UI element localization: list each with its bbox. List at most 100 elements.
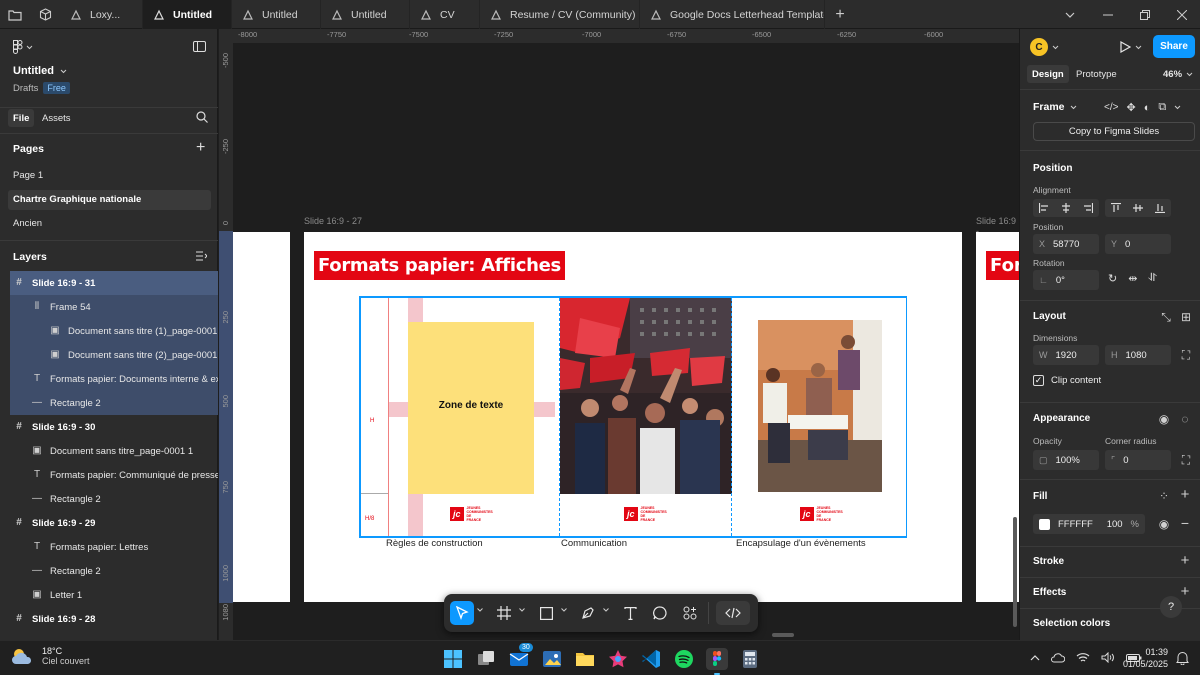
layer-rectangle-2[interactable]: — Rectangle 2 [10, 487, 218, 511]
add-effect-icon[interactable]: + [1178, 584, 1192, 599]
add-fill-icon[interactable]: + [1178, 487, 1192, 502]
tab-assets[interactable]: Assets [42, 112, 71, 124]
text-tool-button[interactable] [618, 601, 642, 625]
figma-home-button[interactable] [0, 0, 30, 29]
start-button[interactable] [442, 648, 464, 670]
shape-tool-button[interactable] [534, 601, 558, 625]
add-stroke-icon[interactable]: + [1178, 553, 1192, 568]
volume-icon[interactable] [1101, 652, 1115, 663]
eye-icon[interactable]: ◉ [1157, 517, 1171, 531]
align-top-icon[interactable] [1111, 203, 1121, 213]
y-position-input[interactable]: Y 0 [1105, 234, 1171, 254]
tab-prototype[interactable]: Prototype [1076, 69, 1117, 80]
align-center-h-icon[interactable] [1061, 203, 1071, 213]
styles-icon[interactable]: ⧉ [1158, 101, 1166, 114]
share-button[interactable]: Share [1153, 35, 1195, 58]
user-menu[interactable]: C [1030, 38, 1059, 56]
comment-tool-button[interactable] [648, 601, 672, 625]
page-item[interactable]: Ancien [13, 218, 42, 229]
layer-slide-29[interactable]: # Slide 16:9 - 29 [10, 511, 218, 535]
layer-text-lettres[interactable]: T Formats papier: Lettres [10, 535, 218, 559]
collapse-layers-button[interactable] [196, 251, 207, 261]
zoom-dropdown[interactable]: 46% [1163, 69, 1193, 80]
figma-taskbar-button[interactable] [706, 648, 728, 675]
poster-construction[interactable]: H H/8 Zone de texte jc JEUNES COMMUNISTE… [361, 298, 555, 536]
spotify-button[interactable] [673, 648, 695, 670]
maximize-button[interactable] [1127, 0, 1163, 29]
main-menu-button[interactable] [13, 40, 33, 54]
actions-tool-button[interactable] [678, 601, 702, 625]
calculator-button[interactable] [739, 648, 761, 670]
tab-file[interactable]: File [8, 109, 35, 127]
tab-untitled-2[interactable]: Untitled [232, 0, 321, 29]
chevron-down-icon[interactable] [519, 608, 525, 612]
clock[interactable]: 01:39 01/05/2025 [1116, 647, 1168, 669]
canvas[interactable]: -8000 -7750 -7500 -7250 -7000 -6750 -650… [219, 29, 1019, 640]
tab-untitled-3[interactable]: Untitled [321, 0, 410, 29]
page-item-selected[interactable]: Chartre Graphique nationale [8, 190, 211, 210]
tab-resume-cv[interactable]: Resume / CV (Community) [480, 0, 640, 29]
styles-grid-icon[interactable]: ⁘ [1157, 489, 1171, 503]
height-input[interactable]: H 1080 [1105, 345, 1171, 365]
align-bottom-icon[interactable] [1155, 203, 1165, 213]
add-page-button[interactable]: + [196, 139, 205, 157]
fill-swatch[interactable] [1039, 518, 1050, 530]
dev-mode-toggle[interactable] [716, 601, 750, 625]
drop-icon[interactable]: ◌ [1178, 412, 1192, 426]
layer-slide-30[interactable]: # Slide 16:9 - 30 [10, 415, 218, 439]
layer-text-communique[interactable]: T Formats papier: Communiqué de presse [10, 463, 218, 487]
slide-31[interactable]: Formats papier: Affiches H H/8 Zone de t… [304, 232, 962, 602]
tab-design[interactable]: Design [1027, 65, 1069, 83]
align-right-icon[interactable] [1083, 203, 1093, 213]
tab-letterhead[interactable]: Google Docs Letterhead Template (C [640, 0, 825, 29]
task-view-button[interactable] [475, 648, 497, 670]
chevron-down-icon[interactable] [603, 608, 609, 612]
layer-rectangle-2[interactable]: — Rectangle 2 [10, 559, 218, 583]
poster-event[interactable]: jc JEUNES COMMUNISTES DE FRANCE [736, 298, 906, 536]
flip-horizontal-icon[interactable]: ⇹ [1128, 272, 1137, 285]
poster-communication[interactable]: jc JEUNES COMMUNISTES DE FRANCE [559, 298, 732, 536]
cloud-sync-icon[interactable] [1051, 652, 1065, 663]
resize-to-fit-icon[interactable]: ⤡ [1159, 310, 1173, 324]
layer-document-1[interactable]: ▣ Document sans titre (1)_page-0001 1 [10, 319, 218, 343]
vscode-button[interactable] [640, 648, 662, 670]
chevron-up-icon[interactable] [1030, 654, 1040, 661]
opacity-input[interactable]: ▢ 100% [1033, 450, 1099, 470]
layer-letter-1[interactable]: ▣ Letter 1 [10, 583, 218, 607]
clip-content-checkbox[interactable]: ✓ Clip content [1033, 375, 1101, 386]
rotate-icon[interactable]: ↻ [1108, 272, 1117, 285]
horizontal-scrollbar[interactable] [772, 633, 794, 637]
slide-title-box[interactable]: Formats papier: Affiches [314, 251, 565, 280]
code-icon[interactable]: </> [1104, 102, 1118, 113]
slide-partial-left[interactable] [233, 232, 290, 602]
present-button[interactable] [1120, 41, 1142, 53]
flip-vertical-icon[interactable]: ⥯ [1148, 272, 1156, 285]
eye-icon[interactable]: ◉ [1157, 412, 1171, 426]
layer-slide-31[interactable]: # Slide 16:9 - 31 [10, 271, 218, 295]
independent-corners-icon[interactable]: ⛶ [1179, 453, 1193, 467]
copy-to-slides-button[interactable]: Copy to Figma Slides [1033, 122, 1195, 141]
chevron-down-icon[interactable] [561, 608, 567, 612]
remove-fill-icon[interactable]: − [1178, 516, 1192, 530]
layer-text-documents[interactable]: T Formats papier: Documents interne & ext… [10, 367, 218, 391]
align-left-icon[interactable] [1039, 203, 1049, 213]
close-window-button[interactable] [1164, 0, 1200, 29]
width-input[interactable]: W 1920 [1033, 345, 1099, 365]
search-button[interactable] [196, 111, 208, 123]
layer-rectangle-2[interactable]: — Rectangle 2 [10, 391, 218, 415]
corner-radius-input[interactable]: ⌜ 0 [1105, 450, 1171, 470]
constrain-proportions-icon[interactable]: ⛶ [1179, 348, 1193, 362]
file-explorer-button[interactable] [574, 648, 596, 670]
tab-untitled-active[interactable]: Untitled ✕ [143, 0, 232, 29]
align-center-v-icon[interactable] [1133, 203, 1143, 213]
fill-color-input[interactable]: FFFFFF 100 % [1033, 514, 1145, 534]
minimize-button[interactable] [1090, 0, 1126, 29]
file-location[interactable]: Drafts [13, 83, 38, 94]
pen-tool-button[interactable] [576, 601, 600, 625]
wifi-icon[interactable] [1076, 652, 1090, 663]
frame-tool-button[interactable] [492, 601, 516, 625]
frame-type-dropdown[interactable]: Frame [1033, 101, 1077, 113]
tabs-menu-button[interactable] [1052, 0, 1088, 29]
photos-button[interactable] [541, 648, 563, 670]
tab-cv[interactable]: CV [410, 0, 480, 29]
